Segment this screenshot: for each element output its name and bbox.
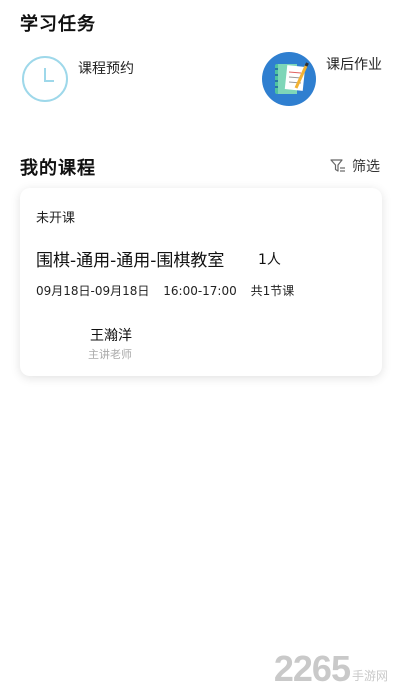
course-booking-button[interactable]: 课程预约 [22,56,134,102]
homework-label: 课后作业 [326,57,382,73]
my-courses-title: 我的课程 [20,158,96,179]
course-dates: 09月18日-09月18日 [36,284,150,298]
filter-icon [330,159,345,172]
teacher-name: 王瀚洋 [90,328,132,344]
course-time: 16:00-17:00 [163,284,237,298]
teacher-role: 主讲老师 [88,348,132,361]
course-card[interactable]: 未开课 围棋-通用-通用-围棋教室 1人 09月18日-09月18日 16:00… [20,188,382,376]
clock-icon [22,56,68,102]
homework-button[interactable]: 课后作业 [262,52,382,106]
course-schedule: 09月18日-09月18日 16:00-17:00 共1节课 [36,282,304,299]
site-watermark: 2265 手游网 [274,648,388,690]
homework-notebook-icon [262,52,316,106]
course-sessions: 共1节课 [250,284,295,298]
course-booking-label: 课程预约 [78,61,134,77]
course-people-count: 1人 [258,252,281,268]
learning-tasks-title: 学习任务 [20,14,96,35]
course-name: 围棋-通用-通用-围棋教室 [36,251,225,271]
filter-label: 筛选 [352,159,380,175]
course-status: 未开课 [36,211,76,226]
watermark-text: 手游网 [351,669,388,683]
filter-button[interactable]: 筛选 [330,156,380,176]
watermark-number: 2265 [273,648,351,689]
